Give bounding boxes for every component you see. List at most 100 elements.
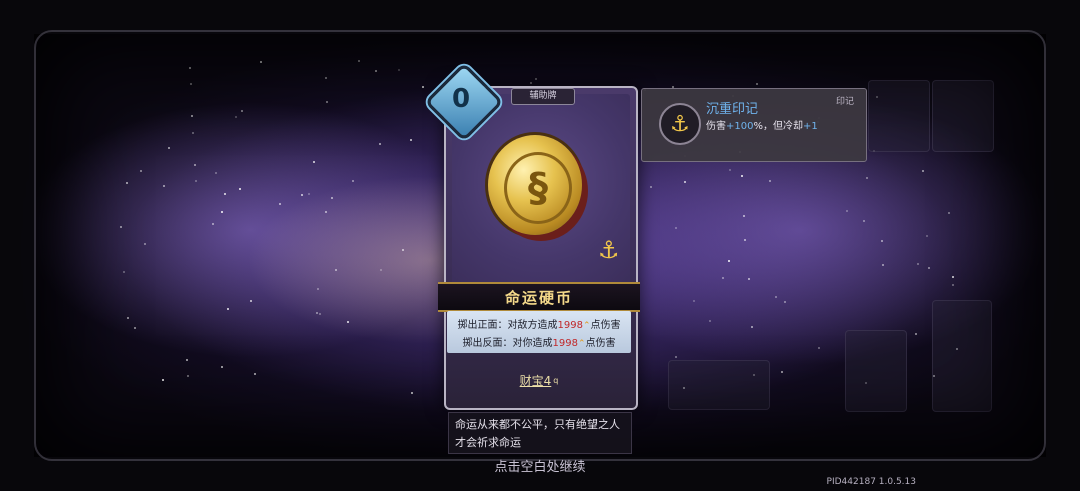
star	[862, 220, 865, 223]
star	[708, 320, 711, 323]
star	[330, 196, 333, 199]
star	[922, 170, 925, 173]
background-panel	[668, 360, 770, 410]
star	[397, 69, 400, 72]
tooltip-tag: 印记	[836, 97, 855, 107]
star	[401, 249, 404, 252]
star	[783, 300, 786, 303]
star	[221, 211, 224, 214]
chevron-up-icon: ⌃	[582, 321, 591, 331]
star	[925, 234, 928, 237]
star	[127, 317, 130, 320]
star	[185, 358, 188, 361]
star	[744, 239, 747, 242]
star	[817, 346, 820, 349]
tooltip-title: 沉重印记	[706, 102, 759, 117]
star	[260, 61, 263, 63]
tag-suffix: q	[553, 375, 559, 385]
star	[722, 277, 725, 280]
star	[167, 147, 170, 150]
star	[380, 269, 383, 272]
anchor-icon: ⚓	[659, 103, 701, 145]
effect-heads: 掷出正面：对敌方造成1998⌃点伤害	[457, 320, 621, 331]
star	[300, 193, 303, 196]
version-label: PID442187 1.0.5.13	[826, 477, 916, 487]
star	[917, 262, 920, 265]
star	[234, 115, 237, 118]
star	[411, 392, 414, 395]
star	[750, 326, 753, 329]
continue-hint[interactable]: 点击空白处继续	[440, 456, 640, 475]
star	[881, 239, 884, 242]
card-effects: 掷出正面：对敌方造成1998⌃点伤害 掷出反面：对你造成1998⌃点伤害	[447, 311, 631, 353]
star	[351, 179, 354, 182]
star	[313, 160, 316, 163]
star	[692, 300, 695, 303]
star	[162, 379, 165, 382]
star	[315, 311, 318, 314]
tooltip-description: 伤害+100%，但冷却+1	[706, 121, 818, 132]
star	[675, 227, 678, 230]
star	[240, 110, 243, 112]
star	[375, 70, 378, 73]
flavor-text: 命运从来都不公平，只有绝望之人才会祈求命运	[448, 412, 632, 454]
star	[845, 210, 848, 213]
star	[224, 192, 227, 195]
star	[747, 277, 750, 280]
star	[530, 81, 533, 84]
star	[221, 365, 224, 368]
star	[163, 185, 166, 188]
star	[379, 142, 382, 145]
star	[409, 138, 412, 141]
star	[882, 263, 885, 266]
star	[186, 374, 189, 377]
star	[927, 267, 930, 270]
star	[728, 168, 731, 171]
star	[334, 269, 337, 272]
star	[249, 300, 252, 303]
star	[194, 163, 197, 166]
star	[674, 355, 677, 358]
star	[755, 82, 758, 85]
star	[144, 242, 147, 245]
star	[134, 327, 137, 330]
star	[684, 181, 687, 184]
star	[191, 115, 194, 118]
star	[952, 284, 954, 286]
star	[740, 174, 743, 177]
chevron-up-icon: ⌃	[577, 339, 586, 349]
star	[120, 225, 123, 228]
star	[728, 260, 731, 263]
star	[253, 372, 256, 375]
background-panel	[932, 80, 994, 152]
star	[649, 186, 652, 188]
card-tag[interactable]: 财宝4 q	[447, 356, 631, 404]
star	[947, 211, 950, 214]
star	[914, 332, 917, 335]
star	[195, 179, 198, 182]
star	[866, 177, 869, 180]
card-type-label: 辅助牌	[511, 88, 575, 105]
star	[534, 77, 537, 80]
background-panel	[932, 300, 992, 412]
star	[226, 307, 229, 310]
star	[123, 270, 126, 273]
star	[951, 275, 954, 278]
card-cost: 0	[451, 84, 471, 114]
star	[211, 222, 214, 225]
star	[326, 101, 329, 104]
star	[324, 77, 327, 80]
star	[358, 60, 361, 62]
star	[214, 171, 217, 174]
star	[125, 182, 128, 185]
star	[769, 179, 772, 182]
card-name: 命运硬币	[438, 282, 640, 312]
star	[140, 170, 143, 173]
background-panel	[868, 80, 930, 152]
star	[324, 210, 327, 213]
coin-emblem-icon: §	[504, 152, 572, 224]
tag-label[interactable]: 财宝4	[520, 372, 552, 389]
star	[192, 131, 195, 134]
star	[238, 188, 241, 191]
star	[775, 295, 778, 298]
